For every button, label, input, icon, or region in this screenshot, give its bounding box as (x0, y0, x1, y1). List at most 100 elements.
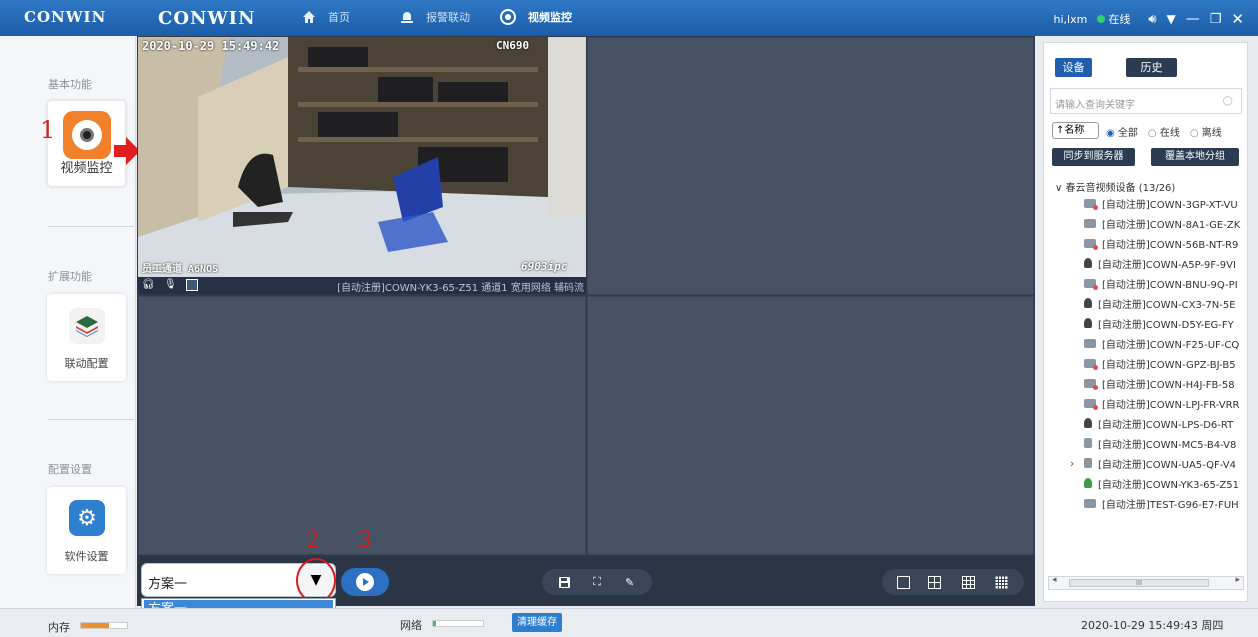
horizontal-scrollbar[interactable]: ◂ III ▸ (1048, 575, 1244, 590)
device-item[interactable]: [自动注册]COWN-BNU-9Q-PI (1084, 274, 1238, 292)
nvr-icon (1084, 498, 1096, 508)
doorbell-icon (1084, 438, 1092, 448)
camera-icon (1084, 418, 1092, 428)
tab-device[interactable]: 设备 (1055, 58, 1092, 77)
device-item[interactable]: [自动注册]COWN-D5Y-EG-FY (1084, 314, 1234, 332)
fullscreen-icon[interactable]: ⛶ (589, 574, 605, 590)
search-placeholder: 请输入查询关键字 (1055, 100, 1135, 111)
layout-1-icon[interactable] (896, 575, 910, 589)
office-camera-feed (138, 37, 586, 277)
sort-name-button[interactable]: ↑名称 (1052, 122, 1099, 139)
tools-icon[interactable]: ✎ (622, 574, 638, 590)
radio-checked-icon: ◉ (1106, 128, 1115, 139)
memory-bar (80, 622, 128, 629)
online-status: 在线 (1097, 11, 1130, 27)
device-item[interactable]: › [自动注册]COWN-UA5-QF-V4 (1070, 454, 1236, 472)
tab-history[interactable]: 历史 (1126, 58, 1177, 77)
filter-radios: ◉ 全部 ○ 在线 ○ 离线 (1106, 124, 1222, 139)
layout-switcher (882, 569, 1024, 595)
cover-local-button[interactable]: 覆盖本地分组 (1151, 148, 1239, 166)
annotation-2: 2 (306, 528, 320, 553)
volume-icon[interactable]: 🔊︎ (1148, 12, 1156, 27)
home-icon (303, 11, 315, 23)
search-input[interactable]: 请输入查询关键字 ○ (1050, 88, 1242, 114)
video-cell-1[interactable]: 2020-10-29 15:49:42 CN690 员工通道 A6NOS 690… (138, 37, 586, 277)
device-item[interactable]: [自动注册]COWN-3GP-XT-VU (1084, 194, 1238, 212)
nav-alarm-label: 报警联动 (426, 11, 470, 24)
top-bar: CONWIN CONWIN 首页 报警联动 视频监控 hi,lxm 在线 🔊︎ … (0, 0, 1258, 36)
memory-label: 内存 (48, 621, 70, 634)
status-bar: 内存 网络 清理缓存 2020-10-29 15:49:43 周四 (0, 608, 1258, 637)
section-extend: 扩展功能 (48, 270, 92, 283)
nvr-offline-icon (1084, 238, 1098, 250)
device-item[interactable]: [自动注册]COWN-YK3-65-Z51 (1084, 474, 1239, 492)
device-item[interactable]: [自动注册]COWN-MC5-B4-V8 (1084, 434, 1236, 452)
nav-alarm[interactable]: 报警联动 (400, 9, 470, 25)
network-label: 网络 (400, 619, 422, 632)
device-item[interactable]: [自动注册]COWN-GPZ-BJ-B5 (1084, 354, 1236, 372)
device-item[interactable]: [自动注册]COWN-CX3-7N-5E (1084, 294, 1236, 312)
video-cell-3[interactable] (138, 296, 586, 555)
video-toolbar: 🎧︎ 🎙︎ [自动注册]COWN-YK3-65-Z51 通道1 宽用网络 辅码流 (138, 277, 586, 294)
device-item[interactable]: [自动注册]COWN-56B-NT-R9 (1084, 234, 1238, 252)
scroll-thumb[interactable]: III (1069, 579, 1209, 587)
divider (48, 419, 134, 420)
nav-home[interactable]: 首页 (302, 9, 350, 25)
video-cell-2[interactable] (587, 37, 1034, 295)
left-sidebar: 基本功能 视频监控 扩展功能 联动配置 配置设置 ⚙ 软件设置 (0, 36, 136, 608)
video-timestamp: 2020-10-29 15:49:42 (142, 39, 280, 53)
layout-16-icon[interactable] (993, 574, 1009, 590)
gear-icon: ⚙ (69, 500, 105, 536)
clear-cache-button[interactable]: 清理缓存 (512, 613, 562, 632)
user-name: hi,lxm (1053, 12, 1088, 26)
snapshot-icon[interactable] (186, 279, 198, 291)
video-monitor-icon (500, 9, 516, 25)
restore-window-icon[interactable]: ❐ (1210, 12, 1222, 27)
brand-logo-left: CONWIN (24, 8, 107, 26)
tile-software-settings[interactable]: ⚙ 软件设置 (47, 487, 126, 574)
radio-icon: ○ (1147, 128, 1157, 139)
filter-all[interactable]: ◉ 全部 (1106, 124, 1138, 139)
device-item[interactable]: [自动注册]COWN-8A1-GE-ZK (1084, 214, 1240, 232)
camera-online-icon (1084, 478, 1092, 488)
dropdown-menu-icon[interactable]: ▼ (1167, 12, 1176, 26)
scroll-right-icon: ▸ (1235, 575, 1240, 585)
user-box: hi,lxm 在线 🔊︎ ▼ — ❐ ✕ (1054, 10, 1244, 28)
nvr-offline-icon (1084, 198, 1098, 210)
section-basic: 基本功能 (48, 78, 92, 91)
radio-icon: ○ (1189, 128, 1199, 139)
microphone-icon[interactable]: 🎙︎ (164, 279, 177, 291)
annotation-circle (296, 558, 336, 603)
device-item[interactable]: [自动注册]TEST-G96-E7-FUH (1084, 494, 1239, 512)
device-item[interactable]: [自动注册]COWN-H4J-FB-58 (1084, 374, 1235, 392)
nav-home-label: 首页 (328, 11, 350, 24)
play-button[interactable] (341, 568, 389, 596)
save-icon[interactable] (556, 574, 572, 590)
device-item[interactable]: [自动注册]COWN-F25-UF-CQ (1084, 334, 1239, 352)
annotation-1: 1 (40, 116, 56, 144)
minimize-icon[interactable]: — (1186, 11, 1200, 27)
headphone-icon[interactable]: 🎧︎ (142, 279, 155, 291)
layout-4-icon[interactable] (927, 574, 943, 590)
channel-info: [自动注册]COWN-YK3-65-Z51 通道1 宽用网络 辅码流 (337, 283, 584, 294)
close-icon[interactable]: ✕ (1231, 10, 1244, 28)
chevron-right-icon[interactable]: › (1070, 457, 1074, 470)
alarm-bell-icon (401, 12, 413, 23)
nvr-offline-icon (1084, 278, 1098, 290)
search-icon[interactable]: ○ (1223, 93, 1233, 107)
nav-video[interactable]: 视频监控 (500, 9, 572, 25)
device-item[interactable]: [自动注册]COWN-LPS-D6-RT (1084, 414, 1233, 432)
nvr-icon (1084, 218, 1096, 228)
layout-9-icon[interactable] (960, 574, 976, 590)
sync-server-button[interactable]: 同步到服务器 (1052, 148, 1135, 166)
filter-offline[interactable]: ○ 离线 (1190, 124, 1222, 139)
device-item[interactable]: [自动注册]COWN-LPJ-FR-VRR (1084, 394, 1240, 412)
tile-linkage-config[interactable]: 联动配置 (47, 294, 126, 381)
brand-logo: CONWIN (158, 8, 256, 29)
video-device-osd: CN690 (496, 39, 530, 52)
device-item[interactable]: [自动注册]COWN-A5P-9F-9VI (1084, 254, 1236, 272)
device-group[interactable]: ∨ 春云音视频设备 (13/26) (1055, 179, 1175, 194)
filter-online[interactable]: ○ 在线 (1148, 124, 1180, 139)
video-cell-4[interactable] (587, 296, 1034, 555)
video-actions: ⛶ ✎ (542, 569, 652, 595)
